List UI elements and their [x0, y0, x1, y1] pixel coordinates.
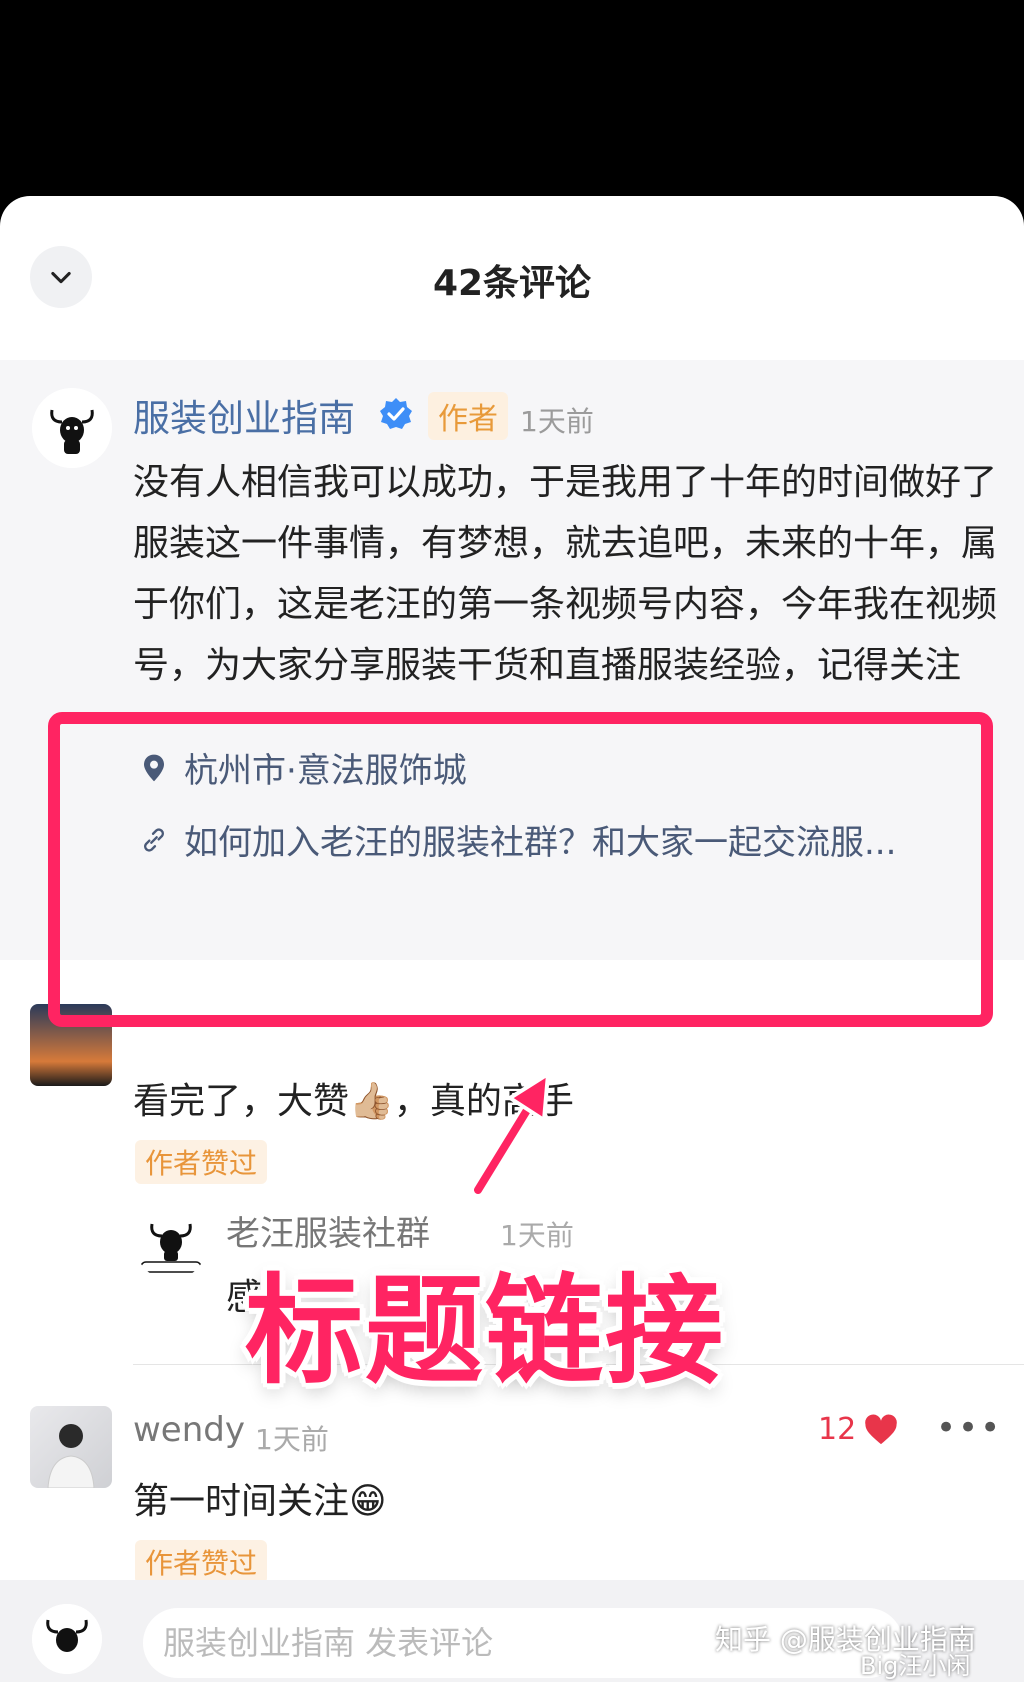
author-avatar[interactable] [32, 388, 112, 468]
bull-logo-icon [32, 1604, 102, 1674]
comment-count-title: 42条评论 [432, 263, 592, 304]
comment-time: 1天前 [255, 1423, 329, 1456]
reply-avatar[interactable] [135, 1208, 207, 1280]
like-button[interactable]: 12 [818, 1412, 898, 1447]
weibo-watermark: Big汪小闲 [860, 1652, 971, 1680]
verified-badge-icon [380, 398, 412, 429]
author-name[interactable]: 服装创业指南 [133, 388, 355, 442]
sheet-header: 42条评论 [0, 196, 1024, 360]
heart-icon [865, 1414, 897, 1444]
pinned-post-text: 没有人相信我可以成功，于是我用了十年的时间做好了服装这一件事情，有梦想，就去追吧… [133, 462, 998, 686]
author-praised-badge: 作者赞过 [135, 1540, 268, 1584]
author-badge: 作者 [428, 392, 508, 440]
highlight-box [48, 712, 993, 1027]
bull-logo-icon [135, 1208, 207, 1280]
user-avatar [32, 1604, 102, 1674]
comment-text: 第一时间关注😁 [133, 1481, 387, 1522]
author-praised-badge: 作者赞过 [135, 1140, 268, 1184]
commenter-name[interactable]: wendy [133, 1410, 245, 1450]
commenter-avatar[interactable] [30, 1406, 112, 1488]
post-time: 1天前 [520, 405, 594, 438]
overlay-caption: 标题链接 [245, 1262, 726, 1400]
like-count: 12 [818, 1412, 857, 1447]
bull-logo-icon [32, 388, 112, 468]
person-photo-icon [47, 1424, 95, 1488]
more-options-icon[interactable]: ••• [936, 1408, 1002, 1448]
pointer-arrow-icon [471, 1072, 550, 1196]
